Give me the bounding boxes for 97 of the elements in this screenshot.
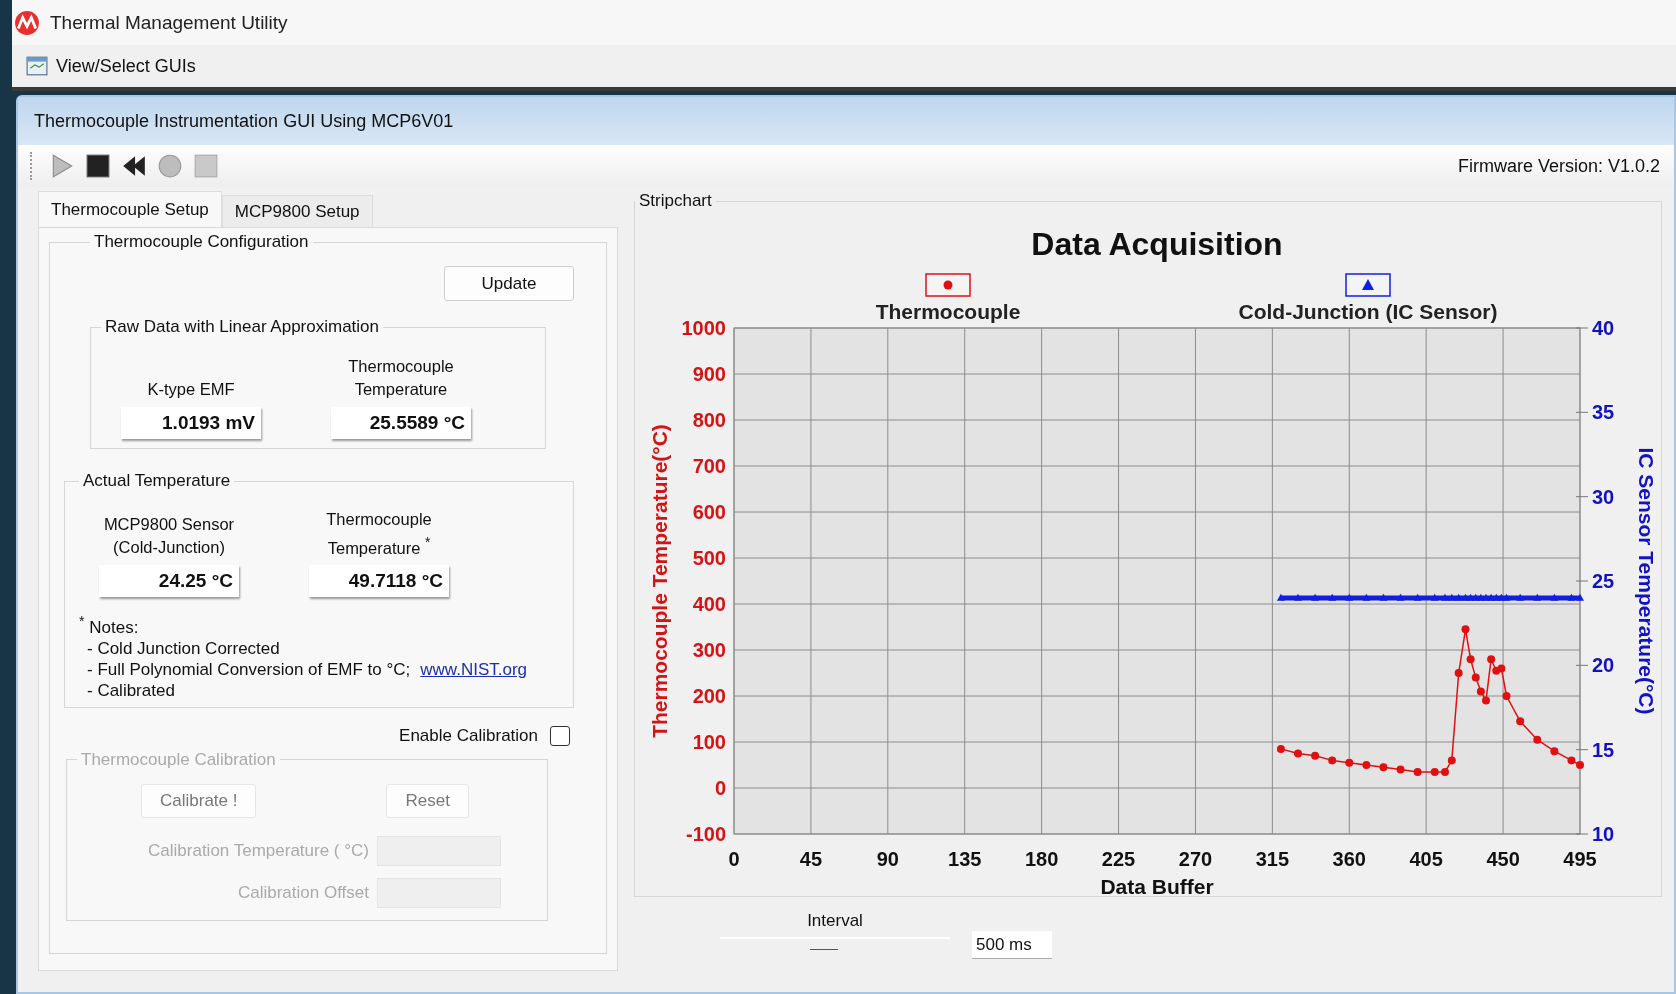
x-tick-label: 450 (1486, 848, 1520, 870)
legend-label: Thermocouple (875, 300, 1021, 323)
point (1550, 747, 1559, 756)
point (1471, 673, 1480, 682)
checkbox[interactable] (550, 725, 570, 746)
readout-field: 24.25 °C (99, 565, 239, 597)
update-button[interactable]: Update (444, 266, 574, 301)
window-title: Thermal Management Utility (50, 11, 288, 34)
y2-tick-label: 15 (1592, 738, 1615, 761)
point (1466, 655, 1475, 664)
point (1447, 756, 1456, 765)
y-tick-label: 0 (714, 777, 726, 799)
point (1533, 735, 1542, 744)
legend-label: Cold-Junction (IC Sensor) (1238, 300, 1498, 323)
y-tick-label: 800 (692, 409, 726, 431)
x-tick-label: 495 (1563, 848, 1597, 870)
x-tick-label: 270 (1178, 848, 1213, 870)
tab[interactable]: MCP9800 Setup (221, 195, 373, 227)
point (1328, 756, 1337, 765)
field-label: Calibration Temperature ( °C) (148, 840, 369, 861)
y-tick-label: 300 (692, 639, 726, 661)
point (1576, 761, 1584, 769)
checkbox-label: Enable Calibration (399, 725, 538, 746)
x-tick-label: 135 (948, 848, 982, 870)
legend-marker (925, 273, 971, 297)
point (1567, 756, 1576, 765)
x-tick-label: 315 (1255, 848, 1290, 870)
y2-tick-label: 25 (1592, 570, 1615, 592)
readout-field: 25.5589 °C (331, 407, 471, 439)
point (1461, 625, 1470, 634)
point (1413, 767, 1422, 776)
y2-tick-label: 30 (1592, 485, 1615, 508)
x-tick-label: 90 (876, 848, 899, 870)
panel-title: Thermocouple Instrumentation GUI Using MCP6V01 (18, 97, 1674, 145)
group-title: Thermocouple Configuration (93, 232, 310, 252)
note-text: - Calibrated (87, 679, 175, 701)
x-tick-label: 405 (1409, 848, 1443, 870)
firmware-version: Firmware Version: V1.0.2 (1457, 155, 1660, 177)
readout-field: 1.0193 mV (121, 407, 261, 439)
point (1311, 751, 1320, 760)
nist-link[interactable]: www.NIST.org (420, 658, 528, 680)
legend-marker (1345, 273, 1391, 297)
point (1440, 767, 1449, 776)
y2-tick-label: 20 (1592, 654, 1615, 677)
point (1502, 692, 1511, 700)
y-axis-title: Thermocouple Temperature(°C) (648, 424, 671, 738)
y2-tick-label: 40 (1592, 317, 1615, 339)
y2-tick-label: 10 (1592, 823, 1615, 845)
point (1362, 761, 1371, 769)
interval-field[interactable]: 500 ms (972, 931, 1052, 959)
y2-axis-title: IC Sensor Temperature(°C) (1635, 447, 1654, 715)
point (1294, 749, 1302, 758)
group-title: Stripchart (638, 191, 713, 211)
y-tick-label: 100 (692, 731, 726, 753)
readout-label: Thermocouple Temperature (348, 356, 454, 400)
note-text: - Cold Junction Corrected (87, 637, 280, 659)
point (1516, 717, 1525, 726)
window-icon (26, 56, 48, 76)
notes-heading: $^{*}$ Notes: (79, 612, 140, 638)
y-tick-label: -100 (685, 823, 726, 845)
chart-title: Data Acquisition (1031, 226, 1283, 262)
x-tick-label: 225 (1101, 848, 1136, 870)
point (1487, 655, 1496, 664)
point (1396, 765, 1405, 774)
group-title: Actual Temperature (82, 471, 232, 491)
y-tick-label: 600 (692, 501, 726, 523)
point (1345, 758, 1354, 767)
y-tick-label: 1000 (681, 317, 726, 339)
group-title: Thermocouple Calibration (80, 749, 277, 770)
point (1276, 744, 1285, 753)
y-tick-label: 200 (692, 685, 726, 707)
point (1497, 664, 1506, 673)
readout-label: Thermocouple Temperature $^{*}$ (326, 513, 432, 559)
readout-label: MCP9800 Sensor (Cold-Junction) (103, 514, 235, 558)
field-label: Calibration Offset (237, 882, 369, 903)
y-tick-label: 700 (692, 455, 726, 477)
x-axis-title: Data Buffer (1100, 875, 1214, 898)
x-tick-label: 360 (1332, 848, 1366, 870)
y-tick-label: 400 (692, 593, 726, 615)
y-tick-label: 500 (692, 547, 726, 569)
note-text: - Full Polynomial Conversion of EMF to °C; (87, 658, 411, 680)
point (1379, 763, 1388, 772)
point (1476, 687, 1485, 696)
x-tick-label: 180 (1024, 848, 1059, 870)
point (1454, 669, 1463, 677)
menu-item[interactable]: View/Select GUIs (24, 53, 198, 79)
point (1482, 696, 1490, 705)
readout-field: 49.7118 °C (309, 565, 449, 597)
readout-label: K-type EMF (147, 379, 235, 400)
x-tick-label: 0 (728, 848, 740, 870)
point (1430, 767, 1439, 776)
y-tick-label: 900 (692, 363, 726, 385)
x-tick-label: 45 (799, 848, 823, 870)
tab[interactable]: Thermocouple Setup (38, 191, 222, 227)
y2-tick-label: 35 (1592, 401, 1615, 424)
group-title: Raw Data with Linear Approximation (104, 317, 381, 337)
interval-label: Interval (807, 911, 863, 931)
